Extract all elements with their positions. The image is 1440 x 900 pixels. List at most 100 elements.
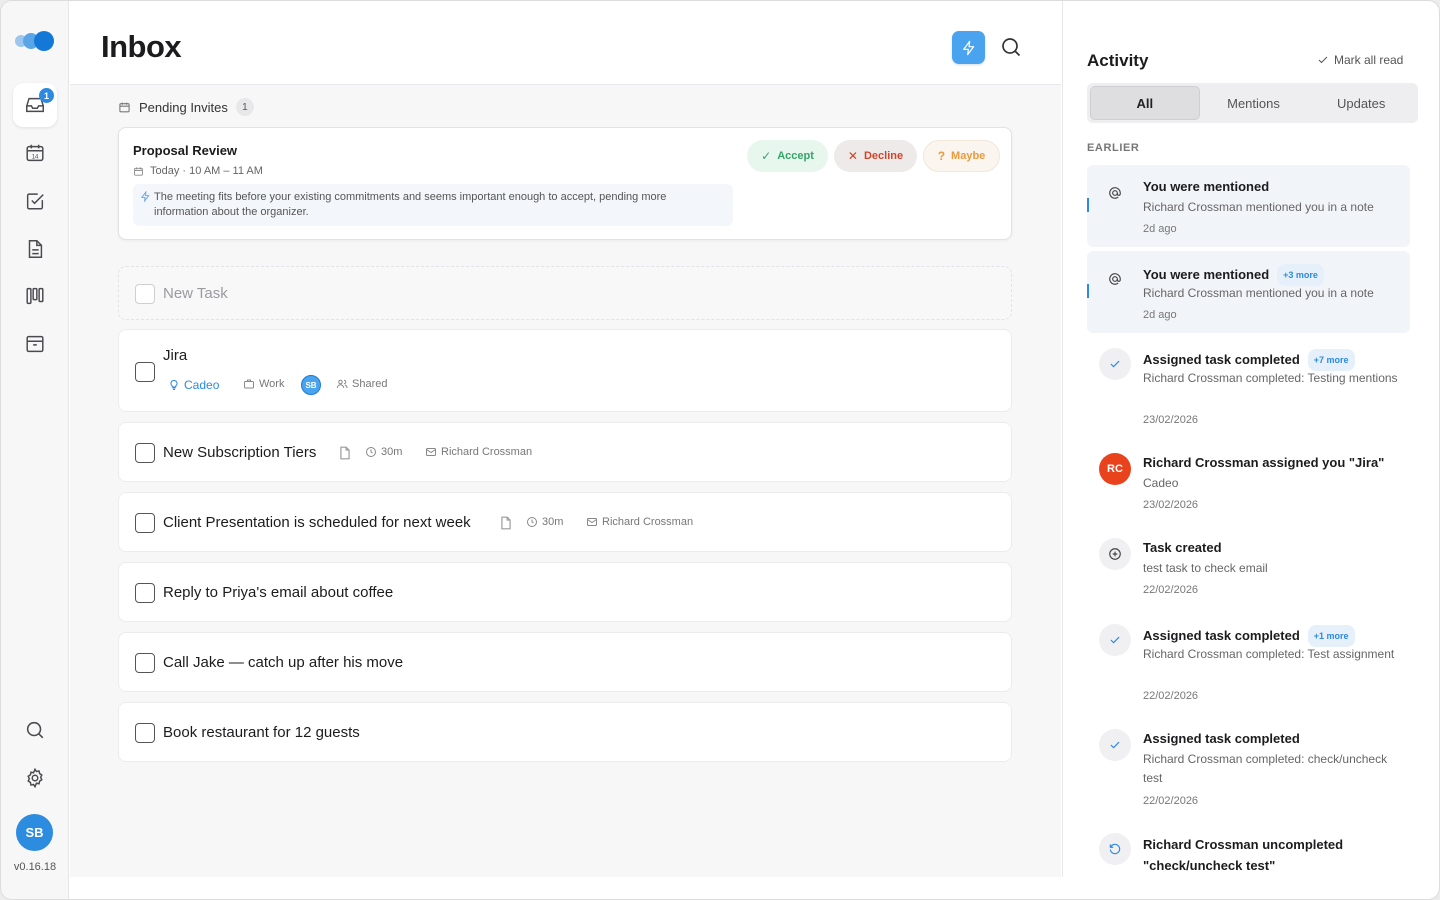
plus-circle-icon — [1099, 538, 1131, 570]
task-checkbox[interactable] — [135, 583, 155, 603]
task-source[interactable]: Richard Crossman — [586, 516, 693, 528]
archive-icon — [26, 335, 44, 353]
avatar: RC — [1099, 453, 1131, 485]
task-title: Client Presentation is scheduled for nex… — [163, 514, 471, 531]
task-source[interactable]: Richard Crossman — [425, 446, 532, 458]
task-sharing-label: Shared — [352, 378, 388, 390]
activity-date: 22/02/2026 — [1143, 795, 1199, 807]
decline-label: Decline — [863, 150, 904, 162]
activity-item[interactable]: Task created test task to check email 22… — [1087, 526, 1410, 606]
task-row[interactable]: Call Jake — catch up after his move — [118, 632, 1012, 692]
activity-item[interactable]: Richard Crossman uncompleted "check/unch… — [1087, 821, 1410, 877]
close-icon: ✕ — [847, 149, 858, 163]
note-icon — [340, 446, 350, 460]
activity-date: 23/02/2026 — [1143, 499, 1199, 511]
more-badge[interactable]: +3 more — [1277, 264, 1324, 286]
more-badge[interactable]: +1 more — [1307, 625, 1355, 647]
activity-title: Assigned task completed — [1143, 730, 1300, 748]
activity-item[interactable]: You were mentioned Richard Crossman ment… — [1087, 165, 1410, 247]
mark-all-read-button[interactable]: Mark all read — [1317, 53, 1403, 67]
nav-calendar[interactable]: 14 — [13, 131, 57, 175]
task-checkbox[interactable] — [135, 513, 155, 533]
new-task-input[interactable]: New Task — [163, 285, 228, 302]
activity-title-text: Richard Crossman uncompleted "check/unch… — [1143, 837, 1344, 873]
task-project[interactable]: Cadeo — [168, 378, 219, 392]
activity-title: Activity — [1087, 51, 1149, 70]
left-rail: 1 14 SB v0.16.18 — [1, 1, 69, 899]
invite-card[interactable]: Proposal Review Today · 10 AM – 11 AM Th… — [118, 127, 1012, 240]
check-icon — [1099, 729, 1131, 761]
nav-boards[interactable] — [13, 274, 57, 318]
at-icon — [1099, 177, 1131, 209]
invite-time-text: Today · 10 AM – 11 AM — [150, 165, 263, 177]
lightbulb-icon — [170, 379, 178, 390]
quick-action-button[interactable] — [952, 31, 985, 64]
question-icon: ? — [937, 149, 946, 163]
task-row[interactable]: Book restaurant for 12 guests — [118, 702, 1012, 762]
user-avatar[interactable]: SB — [16, 814, 53, 851]
activity-date: 22/02/2026 — [1143, 584, 1199, 596]
mail-icon — [426, 448, 436, 456]
tab-mentions[interactable]: Mentions — [1200, 86, 1308, 120]
activity-body: Richard Crossman completed: Testing ment… — [1143, 371, 1398, 385]
task-area[interactable]: Work — [243, 378, 284, 390]
undo-icon — [1099, 833, 1131, 865]
app-window: 1 14 SB v0.16.18 Inbox Pending Invites 1… — [0, 0, 1440, 900]
task-row[interactable]: New Subscription Tiers 30m Richard Cross… — [118, 422, 1012, 482]
briefcase-icon — [244, 379, 254, 389]
more-badge[interactable]: +7 more — [1307, 349, 1355, 371]
activity-item[interactable]: Assigned task completed +1 more Richard C… — [1087, 612, 1410, 712]
users-icon — [336, 379, 348, 389]
task-sharing[interactable]: Shared — [336, 378, 387, 390]
activity-title: You were mentioned +3 more — [1143, 264, 1324, 286]
task-title: Book restaurant for 12 guests — [163, 724, 360, 741]
task-duration: 30m — [365, 446, 402, 458]
activity-date: 23/02/2026 — [1143, 414, 1199, 426]
new-task-row[interactable]: New Task — [118, 266, 1012, 320]
task-row[interactable]: Jira Cadeo Work SB Shared — [118, 329, 1012, 412]
activity-item[interactable]: Assigned task completed Richard Crossman… — [1087, 717, 1410, 817]
activity-date: 22/02/2026 — [1143, 690, 1199, 702]
maybe-button[interactable]: ? Maybe — [923, 140, 1000, 172]
task-row[interactable]: Client Presentation is scheduled for nex… — [118, 492, 1012, 552]
tab-all[interactable]: All — [1090, 86, 1200, 120]
bolt-icon — [962, 40, 974, 55]
nav-search[interactable] — [13, 708, 57, 752]
task-checkbox[interactable] — [135, 362, 155, 382]
accept-button[interactable]: ✓ Accept — [747, 140, 828, 172]
task-row[interactable]: Reply to Priya's email about coffee — [118, 562, 1012, 622]
task-checkbox[interactable] — [135, 723, 155, 743]
activity-title-text: Task created — [1143, 540, 1222, 555]
clock-icon — [366, 447, 376, 457]
task-source-label: Richard Crossman — [441, 446, 533, 458]
search-icon — [26, 721, 44, 739]
activity-item[interactable]: RC Richard Crossman assigned you "Jira" … — [1087, 441, 1410, 521]
activity-item[interactable]: You were mentioned +3 more Richard Crossm… — [1087, 251, 1410, 333]
task-duration: 30m — [526, 516, 563, 528]
task-checkbox[interactable] — [135, 443, 155, 463]
inbox-header: Inbox — [70, 1, 1061, 85]
search-icon[interactable] — [999, 35, 1023, 59]
activity-title-text: You were mentioned — [1143, 179, 1270, 194]
activity-title: Richard Crossman uncompleted "check/unch… — [1143, 834, 1393, 876]
app-logo — [15, 31, 55, 51]
activity-item[interactable]: Assigned task completed +7 more Richard C… — [1087, 336, 1410, 436]
activity-title: Assigned task completed +7 more — [1143, 349, 1355, 371]
pending-invites-header: Pending Invites 1 — [118, 98, 254, 116]
tab-updates[interactable]: Updates — [1307, 86, 1415, 120]
check-icon — [1318, 56, 1328, 64]
task-checkbox[interactable] — [135, 653, 155, 673]
assignee-avatar[interactable]: SB — [301, 375, 321, 395]
document-icon — [28, 240, 43, 258]
activity-date: 2d ago — [1143, 309, 1177, 321]
nav-tasks[interactable] — [13, 179, 57, 223]
activity-title-text: Assigned task completed — [1143, 628, 1300, 643]
nav-archive[interactable] — [13, 322, 57, 366]
page-title: Inbox — [101, 29, 182, 64]
nav-settings[interactable] — [13, 756, 57, 800]
decline-button[interactable]: ✕ Decline — [834, 140, 917, 172]
activity-title-text: Richard Crossman assigned you "Jira" — [1143, 455, 1385, 470]
nav-notes[interactable] — [13, 227, 57, 271]
calendar-icon — [119, 102, 130, 112]
task-checkbox — [135, 284, 155, 304]
